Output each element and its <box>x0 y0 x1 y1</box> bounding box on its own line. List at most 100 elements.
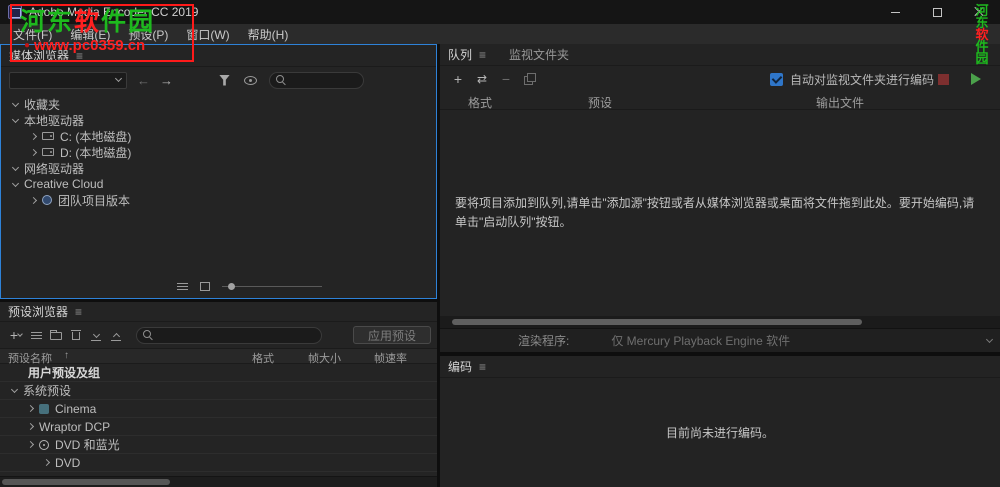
import-preset-button[interactable] <box>86 326 106 344</box>
chevron-right-icon[interactable] <box>26 440 35 449</box>
watermark-char: 东 <box>47 8 75 36</box>
forward-button[interactable]: → <box>160 73 173 88</box>
renderer-label: 渲染程序: <box>518 334 570 348</box>
tree-item-label: 收藏夹 <box>24 97 61 112</box>
panel-menu-icon[interactable]: ≡ <box>479 48 486 62</box>
sliders-icon <box>30 330 42 340</box>
remove-button[interactable]: − <box>496 70 516 88</box>
watermark-char: 件 <box>101 8 129 36</box>
filter-icon[interactable] <box>219 74 230 86</box>
media-search-input[interactable] <box>292 73 357 87</box>
tree-item-network-drives[interactable]: 网络驱动器 <box>1 160 436 176</box>
chevron-down-icon <box>114 74 123 82</box>
stop-queue-button[interactable] <box>938 73 949 85</box>
tree-item-drive-d[interactable]: D: (本地磁盘) <box>1 144 436 160</box>
location-dropdown[interactable] <box>9 71 127 89</box>
chevron-down-icon[interactable] <box>10 385 19 394</box>
team-project-icon <box>42 195 52 205</box>
plus-icon: + <box>9 327 19 343</box>
watermark-box: 河东软件园 ● www.pc0359.cn <box>10 4 194 62</box>
start-queue-button[interactable] <box>971 73 981 85</box>
add-output-button[interactable]: ⇄ <box>472 70 492 88</box>
queue-drop-area[interactable]: 要将项目添加到队列,请单击"添加源"按钮或者从媒体浏览器或桌面将文件拖到此处。要… <box>440 110 1000 316</box>
chevron-right-icon[interactable] <box>26 422 35 431</box>
search-icon <box>143 329 154 341</box>
column-preset-name[interactable]: 预设名称 <box>8 350 52 366</box>
preset-row-user-presets[interactable]: 用户预设及组 <box>0 364 437 382</box>
encoding-empty-message: 目前尚未进行编码。 <box>665 425 774 440</box>
watermark-url: www.pc0359.cn <box>34 37 146 54</box>
queue-horizontal-scrollbar[interactable] <box>440 316 1000 328</box>
preset-browser-header: 预设浏览器 ≡ <box>0 302 437 322</box>
queue-header: 队列 ≡ 监视文件夹 <box>440 44 1000 66</box>
zoom-slider[interactable] <box>222 280 322 292</box>
export-preset-button[interactable] <box>106 326 126 344</box>
chevron-down-icon[interactable] <box>11 163 20 171</box>
chevron-right-icon[interactable] <box>29 132 38 140</box>
trash-icon <box>71 330 81 340</box>
preset-row-label: Wraptor DCP <box>39 419 111 434</box>
folder-icon <box>50 330 62 340</box>
chevron-down-icon[interactable] <box>11 99 20 107</box>
watermark-site-name: 河东软件园 <box>20 8 192 36</box>
apply-preset-button[interactable]: 应用预设 <box>353 326 431 344</box>
encoding-panel: 编码 ≡ 目前尚未进行编码。 <box>440 356 1000 487</box>
new-preset-group-button[interactable] <box>46 326 66 344</box>
import-icon <box>91 330 101 341</box>
preset-row-label: DVD <box>55 455 81 470</box>
column-format: 格式 <box>468 96 493 110</box>
chevron-right-icon[interactable] <box>29 196 38 204</box>
tree-item-label: Creative Cloud <box>24 177 104 191</box>
auto-encode-checkbox[interactable] <box>770 72 783 86</box>
watermark-char: 河 <box>20 8 48 36</box>
renderer-dropdown[interactable]: 仅 Mercury Playback Engine 软件 <box>581 332 994 349</box>
chevron-down-icon[interactable] <box>11 179 20 187</box>
zoom-slider-thumb[interactable] <box>228 283 235 290</box>
tree-item-local-drives[interactable]: 本地驱动器 <box>1 112 436 128</box>
minimize-button[interactable] <box>874 0 916 24</box>
preset-row-system-presets[interactable]: 系统预设 <box>0 382 437 400</box>
new-preset-button[interactable]: + <box>6 326 26 344</box>
chevron-right-icon[interactable] <box>42 458 51 467</box>
preset-row-label: 用户预设及组 <box>28 366 101 380</box>
tab-queue[interactable]: 队列 <box>448 46 472 63</box>
preset-search-input[interactable] <box>159 328 315 342</box>
duplicate-button[interactable] <box>520 70 540 88</box>
media-browser-toolbar: ← → <box>1 67 436 93</box>
preset-settings-button[interactable] <box>26 326 46 344</box>
encoding-body: 目前尚未进行编码。 <box>440 378 1000 486</box>
list-view-icon[interactable] <box>177 281 188 291</box>
column-frame-rate: 帧速率 <box>374 353 407 365</box>
scrollbar-thumb[interactable] <box>2 479 170 485</box>
preset-row-label: DVD 和蓝光 <box>55 438 120 452</box>
view-options-icon[interactable] <box>244 75 257 85</box>
back-button[interactable]: ← <box>137 73 150 88</box>
delete-preset-button[interactable] <box>66 326 86 344</box>
thumbnail-view-icon[interactable] <box>200 281 210 291</box>
preset-row-wraptor-dcp[interactable]: Wraptor DCP <box>0 418 437 436</box>
tree-item-team-projects[interactable]: 团队项目版本 <box>1 192 436 208</box>
chevron-down-icon[interactable] <box>11 115 20 123</box>
preset-row-cinema[interactable]: Cinema <box>0 400 437 418</box>
preset-horizontal-scrollbar[interactable] <box>0 476 437 487</box>
maximize-button[interactable] <box>916 0 958 24</box>
chevron-right-icon[interactable] <box>29 148 38 156</box>
media-browser-tree: 收藏夹 本地驱动器 C: (本地磁盘) D: (本地磁盘) 网络驱动器 Crea… <box>1 93 436 208</box>
preset-row-dvd[interactable]: DVD <box>0 454 437 472</box>
tab-watch-folders[interactable]: 监视文件夹 <box>509 46 569 63</box>
chevron-right-icon[interactable] <box>26 404 35 413</box>
sort-ascending-icon[interactable]: ↑ <box>64 350 69 361</box>
add-source-button[interactable]: + <box>448 70 468 88</box>
search-icon <box>276 74 287 86</box>
scrollbar-thumb[interactable] <box>452 319 862 325</box>
panel-menu-icon[interactable]: ≡ <box>479 360 486 374</box>
tree-item-creative-cloud[interactable]: Creative Cloud <box>1 176 436 192</box>
plus-icon: + <box>453 71 463 87</box>
tree-item-label: 团队项目版本 <box>58 193 131 208</box>
menu-item-help[interactable]: 帮助(H) <box>239 24 298 44</box>
media-browser-footer <box>1 278 436 294</box>
tree-item-favorites[interactable]: 收藏夹 <box>1 96 436 112</box>
panel-menu-icon[interactable]: ≡ <box>75 305 82 319</box>
tree-item-drive-c[interactable]: C: (本地磁盘) <box>1 128 436 144</box>
preset-row-dvd-bluray[interactable]: DVD 和蓝光 <box>0 436 437 454</box>
